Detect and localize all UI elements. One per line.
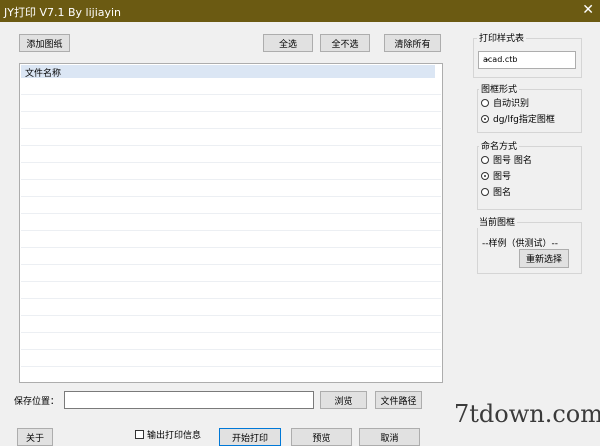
list-row-divider bbox=[21, 247, 441, 248]
save-path-input[interactable] bbox=[64, 391, 314, 409]
list-row-divider bbox=[21, 179, 441, 180]
radio-button-icon bbox=[481, 155, 489, 164]
select-all-button[interactable]: 全选 bbox=[263, 34, 313, 52]
file-path-button[interactable]: 文件路径 bbox=[375, 391, 422, 409]
list-row-divider bbox=[21, 213, 441, 214]
select-none-button[interactable]: 全不选 bbox=[320, 34, 370, 52]
file-list-header[interactable]: 文件名称 bbox=[21, 65, 435, 79]
frame-type-label: 图框形式 bbox=[479, 82, 520, 95]
frame-specified-label: dg/lfg指定图框 bbox=[493, 115, 555, 125]
radio-button-icon bbox=[481, 98, 489, 107]
list-row-divider bbox=[21, 94, 441, 95]
list-row-divider bbox=[21, 145, 441, 146]
print-style-select[interactable]: acad.ctb ⌄ bbox=[478, 51, 576, 69]
browse-button[interactable]: 浏览 bbox=[320, 391, 367, 409]
list-row-divider bbox=[21, 349, 441, 350]
radio-button-selected-icon bbox=[481, 114, 489, 123]
naming-number-label: 图号 bbox=[493, 172, 512, 182]
naming-number-name-radio[interactable]: 图号 图名 bbox=[481, 153, 532, 166]
window-title: JY打印 V7.1 By lijiayin bbox=[4, 6, 122, 19]
current-frame-value: --样例（供测试）-- bbox=[482, 239, 558, 249]
site-watermark: 7tdown.com bbox=[454, 400, 600, 428]
preview-button[interactable]: 预览 bbox=[291, 428, 352, 446]
add-drawing-button[interactable]: 添加图纸 bbox=[19, 34, 70, 52]
list-row-divider bbox=[21, 366, 441, 367]
list-row-divider bbox=[21, 298, 441, 299]
list-row-divider bbox=[21, 281, 441, 282]
list-row-divider bbox=[21, 264, 441, 265]
list-row-divider bbox=[21, 196, 441, 197]
naming-label: 命名方式 bbox=[479, 139, 520, 152]
cancel-button[interactable]: 取消 bbox=[359, 428, 420, 446]
naming-number-radio[interactable]: 图号 bbox=[481, 169, 511, 182]
chevron-down-icon: ⌄ bbox=[483, 54, 491, 64]
radio-button-icon bbox=[481, 187, 489, 196]
current-frame-label: 当前图框 bbox=[477, 215, 518, 228]
about-button[interactable]: 关于 bbox=[17, 428, 53, 446]
frame-auto-radio[interactable]: 自动识别 bbox=[481, 96, 529, 109]
clear-all-button[interactable]: 清除所有 bbox=[384, 34, 441, 52]
radio-button-selected-icon bbox=[481, 171, 489, 180]
frame-specified-radio[interactable]: dg/lfg指定图框 bbox=[481, 112, 555, 125]
list-row-divider bbox=[21, 332, 441, 333]
output-info-checkbox[interactable] bbox=[135, 430, 144, 439]
list-row-divider bbox=[21, 111, 441, 112]
naming-number-name-label: 图号 图名 bbox=[493, 156, 532, 166]
file-list[interactable]: 文件名称 bbox=[19, 63, 443, 383]
output-info-label: 输出打印信息 bbox=[147, 431, 202, 441]
title-bar: JY打印 V7.1 By lijiayin ✕ bbox=[0, 0, 600, 22]
list-row-divider bbox=[21, 315, 441, 316]
start-print-button[interactable]: 开始打印 bbox=[219, 428, 281, 446]
naming-name-radio[interactable]: 图名 bbox=[481, 185, 511, 198]
close-icon[interactable]: ✕ bbox=[582, 2, 594, 18]
reselect-button[interactable]: 重新选择 bbox=[519, 249, 569, 268]
list-row-divider bbox=[21, 230, 441, 231]
file-name-column-header: 文件名称 bbox=[25, 69, 62, 79]
list-row-divider bbox=[21, 162, 441, 163]
print-style-label: 打印样式表 bbox=[477, 31, 527, 44]
naming-name-label: 图名 bbox=[493, 188, 512, 198]
save-location-label: 保存位置： bbox=[14, 397, 60, 407]
frame-auto-label: 自动识别 bbox=[493, 99, 530, 109]
list-row-divider bbox=[21, 128, 441, 129]
